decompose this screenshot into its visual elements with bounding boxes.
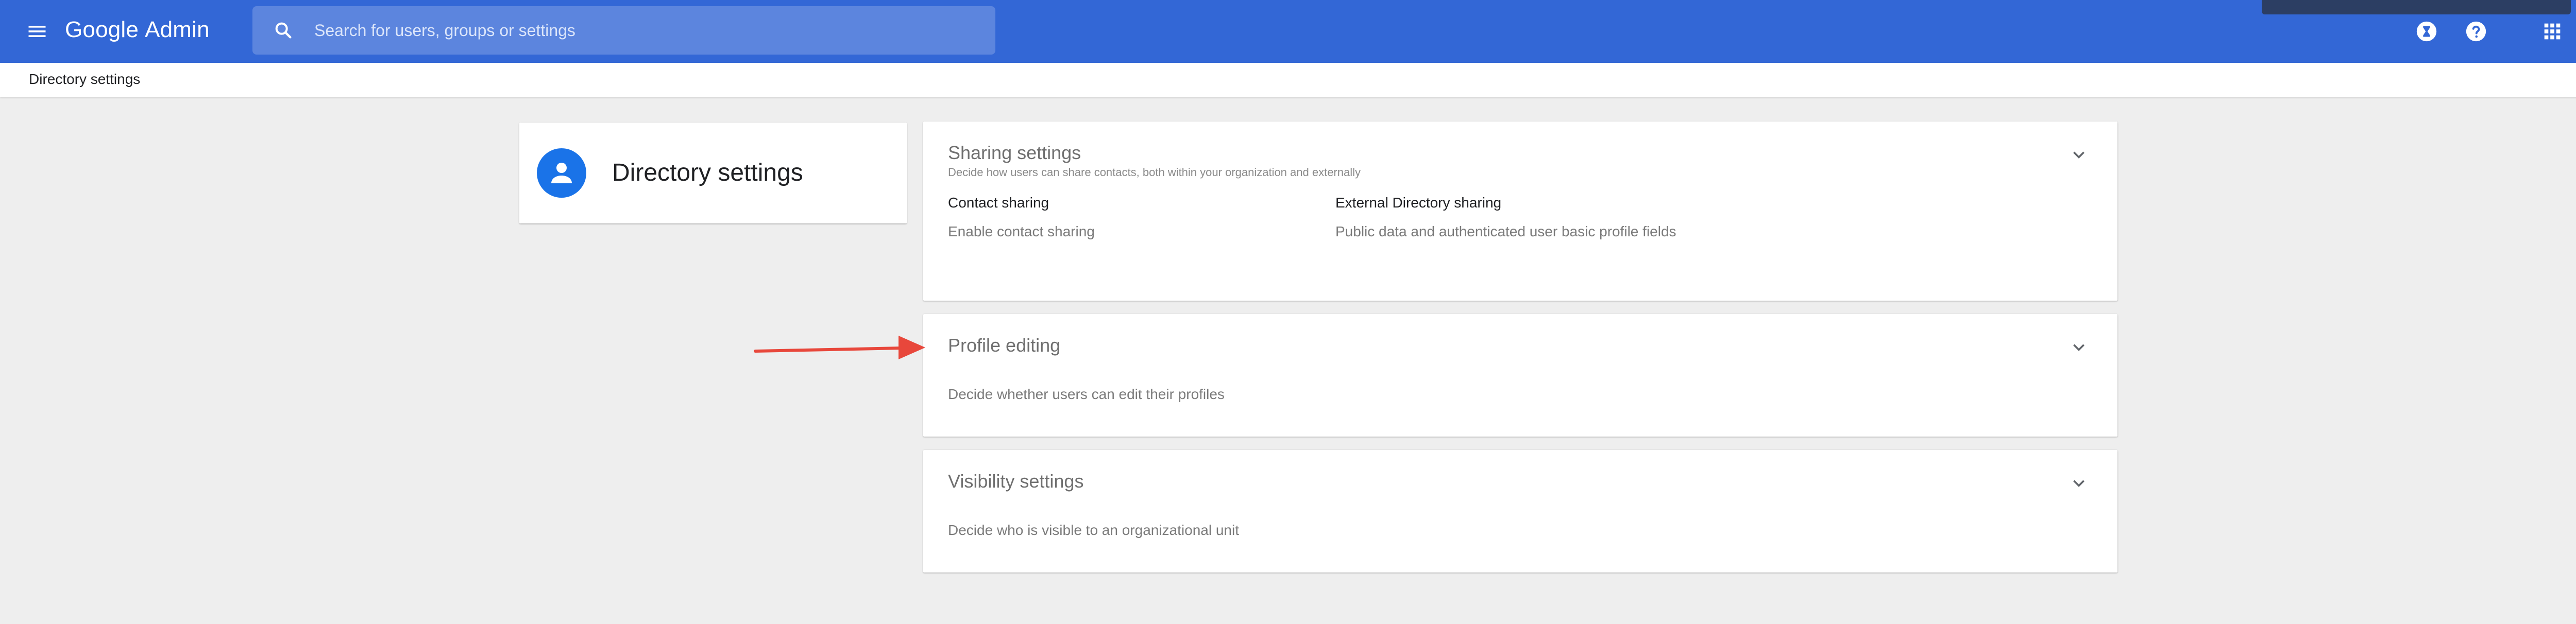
sharing-settings-card[interactable]: Sharing settings Decide how users can sh…	[923, 122, 2117, 301]
search-bar[interactable]	[252, 6, 995, 55]
breadcrumb: Directory settings	[0, 63, 2576, 97]
external-directory-sharing-label: External Directory sharing	[1335, 195, 1502, 211]
profile-editing-description: Decide whether users can edit their prof…	[948, 386, 1225, 402]
annotation-arrow-icon	[754, 336, 925, 359]
help-icon	[2466, 21, 2486, 42]
sharing-expand-button[interactable]	[2066, 142, 2092, 168]
top-app-bar: Google Admin	[0, 0, 2576, 63]
google-admin-logo[interactable]: Google Admin	[65, 14, 210, 45]
profile-expand-button[interactable]	[2066, 335, 2092, 360]
apps-button[interactable]	[2537, 16, 2568, 47]
chevron-down-icon	[2073, 344, 2084, 351]
search-input[interactable]	[314, 15, 933, 46]
main-menu-button[interactable]	[23, 17, 52, 46]
breadcrumb-current[interactable]: Directory settings	[29, 71, 140, 88]
top-notification-panel	[2262, 0, 2571, 14]
page-title: Directory settings	[612, 159, 803, 186]
menu-icon	[28, 26, 46, 37]
search-icon	[275, 22, 292, 39]
visibility-settings-card[interactable]: Visibility settings Decide who is visibl…	[923, 450, 2117, 573]
help-button[interactable]	[2461, 16, 2492, 47]
apps-grid-icon	[2544, 23, 2561, 40]
visibility-settings-title[interactable]: Visibility settings	[948, 471, 1083, 492]
chevron-down-icon	[2073, 480, 2084, 487]
support-hourglass-icon	[2416, 21, 2437, 42]
profile-editing-card[interactable]: Profile editing Decide whether users can…	[923, 314, 2117, 437]
contact-sharing-label: Contact sharing	[948, 195, 1049, 211]
visibility-settings-description: Decide who is visible to an organization…	[948, 522, 1239, 538]
person-icon	[551, 163, 572, 183]
external-directory-sharing-value: Public data and authenticated user basic…	[1335, 223, 1676, 239]
chevron-down-icon	[2073, 151, 2084, 159]
contact-sharing-value: Enable contact sharing	[948, 223, 1095, 239]
brand-primary: Google	[65, 17, 139, 42]
visibility-expand-button[interactable]	[2066, 471, 2092, 496]
support-button[interactable]	[2411, 16, 2442, 47]
sharing-settings-subtitle: Decide how users can share contacts, bot…	[948, 166, 1361, 179]
profile-editing-title[interactable]: Profile editing	[948, 335, 1060, 356]
directory-badge	[537, 148, 586, 198]
brand-secondary: Admin	[145, 17, 210, 42]
page-title-card: Directory settings	[519, 123, 907, 223]
search-icon-button[interactable]	[252, 6, 314, 55]
sharing-settings-title[interactable]: Sharing settings	[948, 142, 1081, 164]
